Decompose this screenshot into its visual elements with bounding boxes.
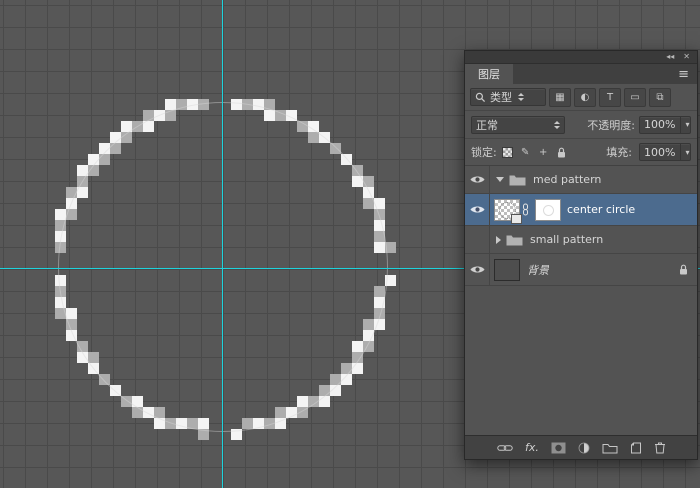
lock-all-icon[interactable] <box>554 145 569 160</box>
layer-row-background[interactable]: 背景 <box>465 254 697 286</box>
blend-mode-value: 正常 <box>476 117 498 133</box>
guide-vertical[interactable] <box>222 0 223 488</box>
close-panel-icon[interactable]: ✕ <box>683 53 690 61</box>
tab-layers[interactable]: 图层 <box>465 64 513 84</box>
layer-row-small-pattern[interactable]: small pattern <box>465 226 697 254</box>
layer-row-med-pattern[interactable]: med pattern <box>465 166 697 194</box>
panel-titlebar: ◂◂ ✕ <box>465 51 697 64</box>
layer-list: med pattern center circle <box>465 166 697 435</box>
filter-shape-layers-icon[interactable]: ▭ <box>624 88 646 107</box>
chevron-down-icon: ▾ <box>680 144 689 160</box>
search-icon <box>475 92 486 103</box>
add-layer-mask-icon[interactable] <box>551 442 566 454</box>
filter-type-dropdown[interactable]: 类型 <box>470 88 546 106</box>
filter-smart-objects-icon[interactable]: ⧉ <box>649 88 671 107</box>
layer-thumbnail[interactable] <box>494 199 520 221</box>
layer-name: center circle <box>567 203 635 216</box>
layer-mask-thumbnail[interactable] <box>535 199 561 221</box>
new-layer-icon[interactable] <box>630 442 642 454</box>
fill-dropdown[interactable]: 100% ▾ <box>639 143 691 161</box>
updown-arrows-icon <box>518 93 524 101</box>
blend-row: 正常 不透明度: 100% ▾ <box>465 111 697 139</box>
mask-circle-preview <box>543 205 554 216</box>
folder-icon <box>506 234 523 246</box>
fill-value: 100% <box>644 146 675 159</box>
layer-row-center-circle[interactable]: center circle <box>465 194 697 226</box>
blend-mode-dropdown[interactable]: 正常 <box>471 116 565 134</box>
layer-filter-row: 类型 ▦ ◐ T ▭ ⧉ <box>465 84 697 111</box>
lock-label: 锁定: <box>471 144 497 160</box>
opacity-dropdown[interactable]: 100% ▾ <box>639 116 691 134</box>
opacity-label: 不透明度: <box>587 117 635 133</box>
layer-style-fx-icon[interactable]: fx. <box>525 441 539 454</box>
layer-name: med pattern <box>533 173 601 186</box>
lock-row: 锁定: ✎ + 填充: 100% ▾ <box>465 139 697 166</box>
expand-group-icon[interactable] <box>496 236 501 244</box>
link-layers-icon[interactable] <box>497 444 513 452</box>
visibility-eye-icon[interactable] <box>465 166 490 193</box>
updown-arrows-icon <box>554 121 560 129</box>
background-lock-icon <box>679 264 688 275</box>
tab-layers-label: 图层 <box>478 66 500 82</box>
filter-adjustment-layers-icon[interactable]: ◐ <box>574 88 596 107</box>
layers-panel: ◂◂ ✕ 图层 ≡ 类型 ▦ ◐ T ▭ ⧉ 正常 不透明度: 100% <box>464 50 698 460</box>
lock-transparency-icon[interactable] <box>500 145 515 160</box>
lock-pixels-icon[interactable]: ✎ <box>518 145 533 160</box>
visibility-eye-icon[interactable] <box>465 194 490 225</box>
panel-tabbar: 图层 ≡ <box>465 64 697 84</box>
new-adjustment-layer-icon[interactable] <box>578 442 590 454</box>
circle-outline <box>58 102 388 432</box>
filter-type-label: 类型 <box>490 89 512 105</box>
opacity-value: 100% <box>644 118 675 131</box>
panel-menu-icon[interactable]: ≡ <box>670 64 697 84</box>
delete-layer-icon[interactable] <box>654 441 666 454</box>
visibility-eye-icon[interactable] <box>465 254 490 285</box>
mask-link-icon[interactable] <box>521 203 530 216</box>
layer-name: 背景 <box>527 262 549 278</box>
chevron-down-icon: ▾ <box>680 117 689 133</box>
layer-list-empty-area <box>465 286 697 435</box>
fill-label: 填充: <box>606 144 632 160</box>
layer-thumbnail[interactable] <box>494 259 520 281</box>
visibility-toggle-empty[interactable] <box>465 226 490 253</box>
filter-type-layers-icon[interactable]: T <box>599 88 621 107</box>
collapse-group-icon[interactable] <box>496 177 504 182</box>
new-group-icon[interactable] <box>602 442 618 454</box>
layer-name: small pattern <box>530 233 603 246</box>
panel-footer: fx. <box>465 435 697 459</box>
filter-pixel-layers-icon[interactable]: ▦ <box>549 88 571 107</box>
lock-position-icon[interactable]: + <box>536 145 551 160</box>
thumbnail-badge-icon <box>511 214 522 224</box>
collapse-panel-icon[interactable]: ◂◂ <box>666 53 674 61</box>
folder-icon <box>509 174 526 186</box>
